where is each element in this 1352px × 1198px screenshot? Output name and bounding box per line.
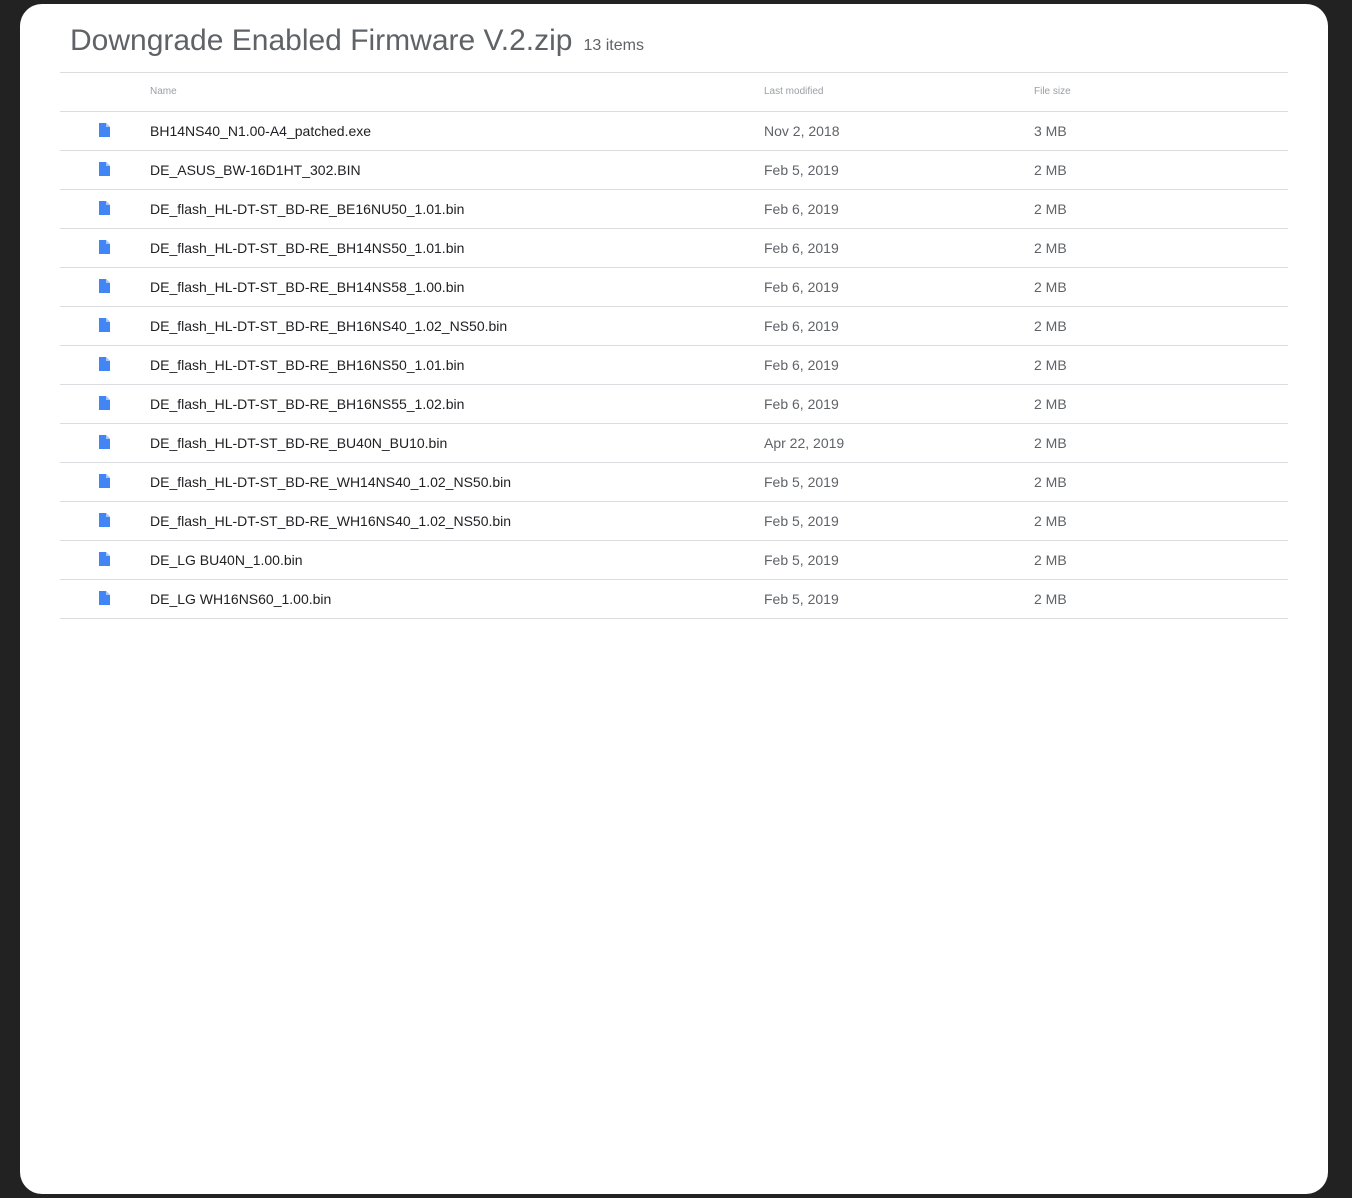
table-row[interactable]: DE_flash_HL-DT-ST_BD-RE_BH16NS40_1.02_NS…: [60, 307, 1288, 346]
file-name[interactable]: BH14NS40_N1.00-A4_patched.exe: [150, 123, 371, 139]
file-size: 2 MB: [1034, 513, 1067, 529]
file-size: 2 MB: [1034, 318, 1067, 334]
file-modified-date: Feb 6, 2019: [764, 357, 839, 373]
file-size: 2 MB: [1034, 552, 1067, 568]
file-size: 2 MB: [1034, 435, 1067, 451]
file-size: 2 MB: [1034, 162, 1067, 178]
file-modified-date: Feb 6, 2019: [764, 279, 839, 295]
table-row[interactable]: DE_flash_HL-DT-ST_BD-RE_BH16NS50_1.01.bi…: [60, 346, 1288, 385]
file-name[interactable]: DE_ASUS_BW-16D1HT_302.BIN: [150, 162, 361, 178]
file-icon: [99, 552, 110, 566]
file-size: 2 MB: [1034, 591, 1067, 607]
table-row[interactable]: DE_flash_HL-DT-ST_BD-RE_BU40N_BU10.bin Ap…: [60, 424, 1288, 463]
archive-title: Downgrade Enabled Firmware V.2.zip: [70, 24, 573, 57]
table-row[interactable]: BH14NS40_N1.00-A4_patched.exe Nov 2, 2018…: [60, 112, 1288, 151]
file-name[interactable]: DE_flash_HL-DT-ST_BD-RE_BH16NS50_1.01.bi…: [150, 357, 464, 373]
file-size: 2 MB: [1034, 396, 1067, 412]
file-name[interactable]: DE_flash_HL-DT-ST_BD-RE_BH14NS58_1.00.bi…: [150, 279, 464, 295]
file-name[interactable]: DE_flash_HL-DT-ST_BD-RE_BH16NS55_1.02.bi…: [150, 396, 464, 412]
file-modified-date: Feb 6, 2019: [764, 318, 839, 334]
file-modified-date: Feb 6, 2019: [764, 396, 839, 412]
archive-viewer-panel: Downgrade Enabled Firmware V.2.zip 13 it…: [20, 4, 1328, 1194]
file-icon: [99, 162, 110, 176]
file-name[interactable]: DE_flash_HL-DT-ST_BD-RE_WH16NS40_1.02_NS…: [150, 513, 511, 529]
file-name[interactable]: DE_flash_HL-DT-ST_BD-RE_BH16NS40_1.02_NS…: [150, 318, 507, 334]
file-modified-date: Feb 5, 2019: [764, 513, 839, 529]
file-size: 2 MB: [1034, 240, 1067, 256]
file-modified-date: Feb 6, 2019: [764, 240, 839, 256]
file-icon: [99, 513, 110, 527]
file-size: 2 MB: [1034, 279, 1067, 295]
table-row[interactable]: DE_LG BU40N_1.00.bin Feb 5, 2019 2 MB: [60, 541, 1288, 580]
table-row[interactable]: DE_flash_HL-DT-ST_BD-RE_BH14NS50_1.01.bi…: [60, 229, 1288, 268]
table-row[interactable]: DE_flash_HL-DT-ST_BD-RE_WH16NS40_1.02_NS…: [60, 502, 1288, 541]
table-row[interactable]: DE_flash_HL-DT-ST_BD-RE_WH14NS40_1.02_NS…: [60, 463, 1288, 502]
file-icon: [99, 435, 110, 449]
table-row[interactable]: DE_LG WH16NS60_1.00.bin Feb 5, 2019 2 MB: [60, 580, 1288, 619]
table-row[interactable]: DE_flash_HL-DT-ST_BD-RE_BH16NS55_1.02.bi…: [60, 385, 1288, 424]
file-size: 2 MB: [1034, 201, 1067, 217]
file-modified-date: Feb 5, 2019: [764, 591, 839, 607]
table-row[interactable]: DE_ASUS_BW-16D1HT_302.BIN Feb 5, 2019 2 MB: [60, 151, 1288, 190]
file-size: 2 MB: [1034, 357, 1067, 373]
column-header-file-size[interactable]: File size: [1034, 86, 1071, 97]
table-row[interactable]: DE_flash_HL-DT-ST_BD-RE_BE16NU50_1.01.bi…: [60, 190, 1288, 229]
file-name[interactable]: DE_flash_HL-DT-ST_BD-RE_BH14NS50_1.01.bi…: [150, 240, 464, 256]
file-icon: [99, 123, 110, 137]
file-list: BH14NS40_N1.00-A4_patched.exe Nov 2, 2018…: [60, 112, 1288, 619]
file-name[interactable]: DE_flash_HL-DT-ST_BD-RE_BU40N_BU10.bin: [150, 435, 447, 451]
file-size: 2 MB: [1034, 474, 1067, 490]
file-size: 3 MB: [1034, 123, 1067, 139]
file-name[interactable]: DE_LG BU40N_1.00.bin: [150, 552, 303, 568]
file-icon: [99, 240, 110, 254]
file-name[interactable]: DE_flash_HL-DT-ST_BD-RE_WH14NS40_1.02_NS…: [150, 474, 511, 490]
column-header-name[interactable]: Name: [150, 86, 177, 97]
column-header-last-modified[interactable]: Last modified: [764, 86, 823, 97]
file-modified-date: Feb 5, 2019: [764, 162, 839, 178]
file-name[interactable]: DE_LG WH16NS60_1.00.bin: [150, 591, 331, 607]
archive-header: Downgrade Enabled Firmware V.2.zip 13 it…: [70, 24, 644, 58]
file-table: Name Last modified File size BH14NS40_N1…: [60, 72, 1288, 619]
file-icon: [99, 279, 110, 293]
table-header: Name Last modified File size: [60, 72, 1288, 112]
file-icon: [99, 201, 110, 215]
file-modified-date: Nov 2, 2018: [764, 123, 840, 139]
file-icon: [99, 474, 110, 488]
file-modified-date: Feb 5, 2019: [764, 474, 839, 490]
file-modified-date: Feb 6, 2019: [764, 201, 839, 217]
file-icon: [99, 318, 110, 332]
file-icon: [99, 591, 110, 605]
file-name[interactable]: DE_flash_HL-DT-ST_BD-RE_BE16NU50_1.01.bi…: [150, 201, 464, 217]
table-row[interactable]: DE_flash_HL-DT-ST_BD-RE_BH14NS58_1.00.bi…: [60, 268, 1288, 307]
file-icon: [99, 357, 110, 371]
file-modified-date: Apr 22, 2019: [764, 435, 845, 451]
file-modified-date: Feb 5, 2019: [764, 552, 839, 568]
file-icon: [99, 396, 110, 410]
item-count: 13 items: [583, 37, 644, 54]
